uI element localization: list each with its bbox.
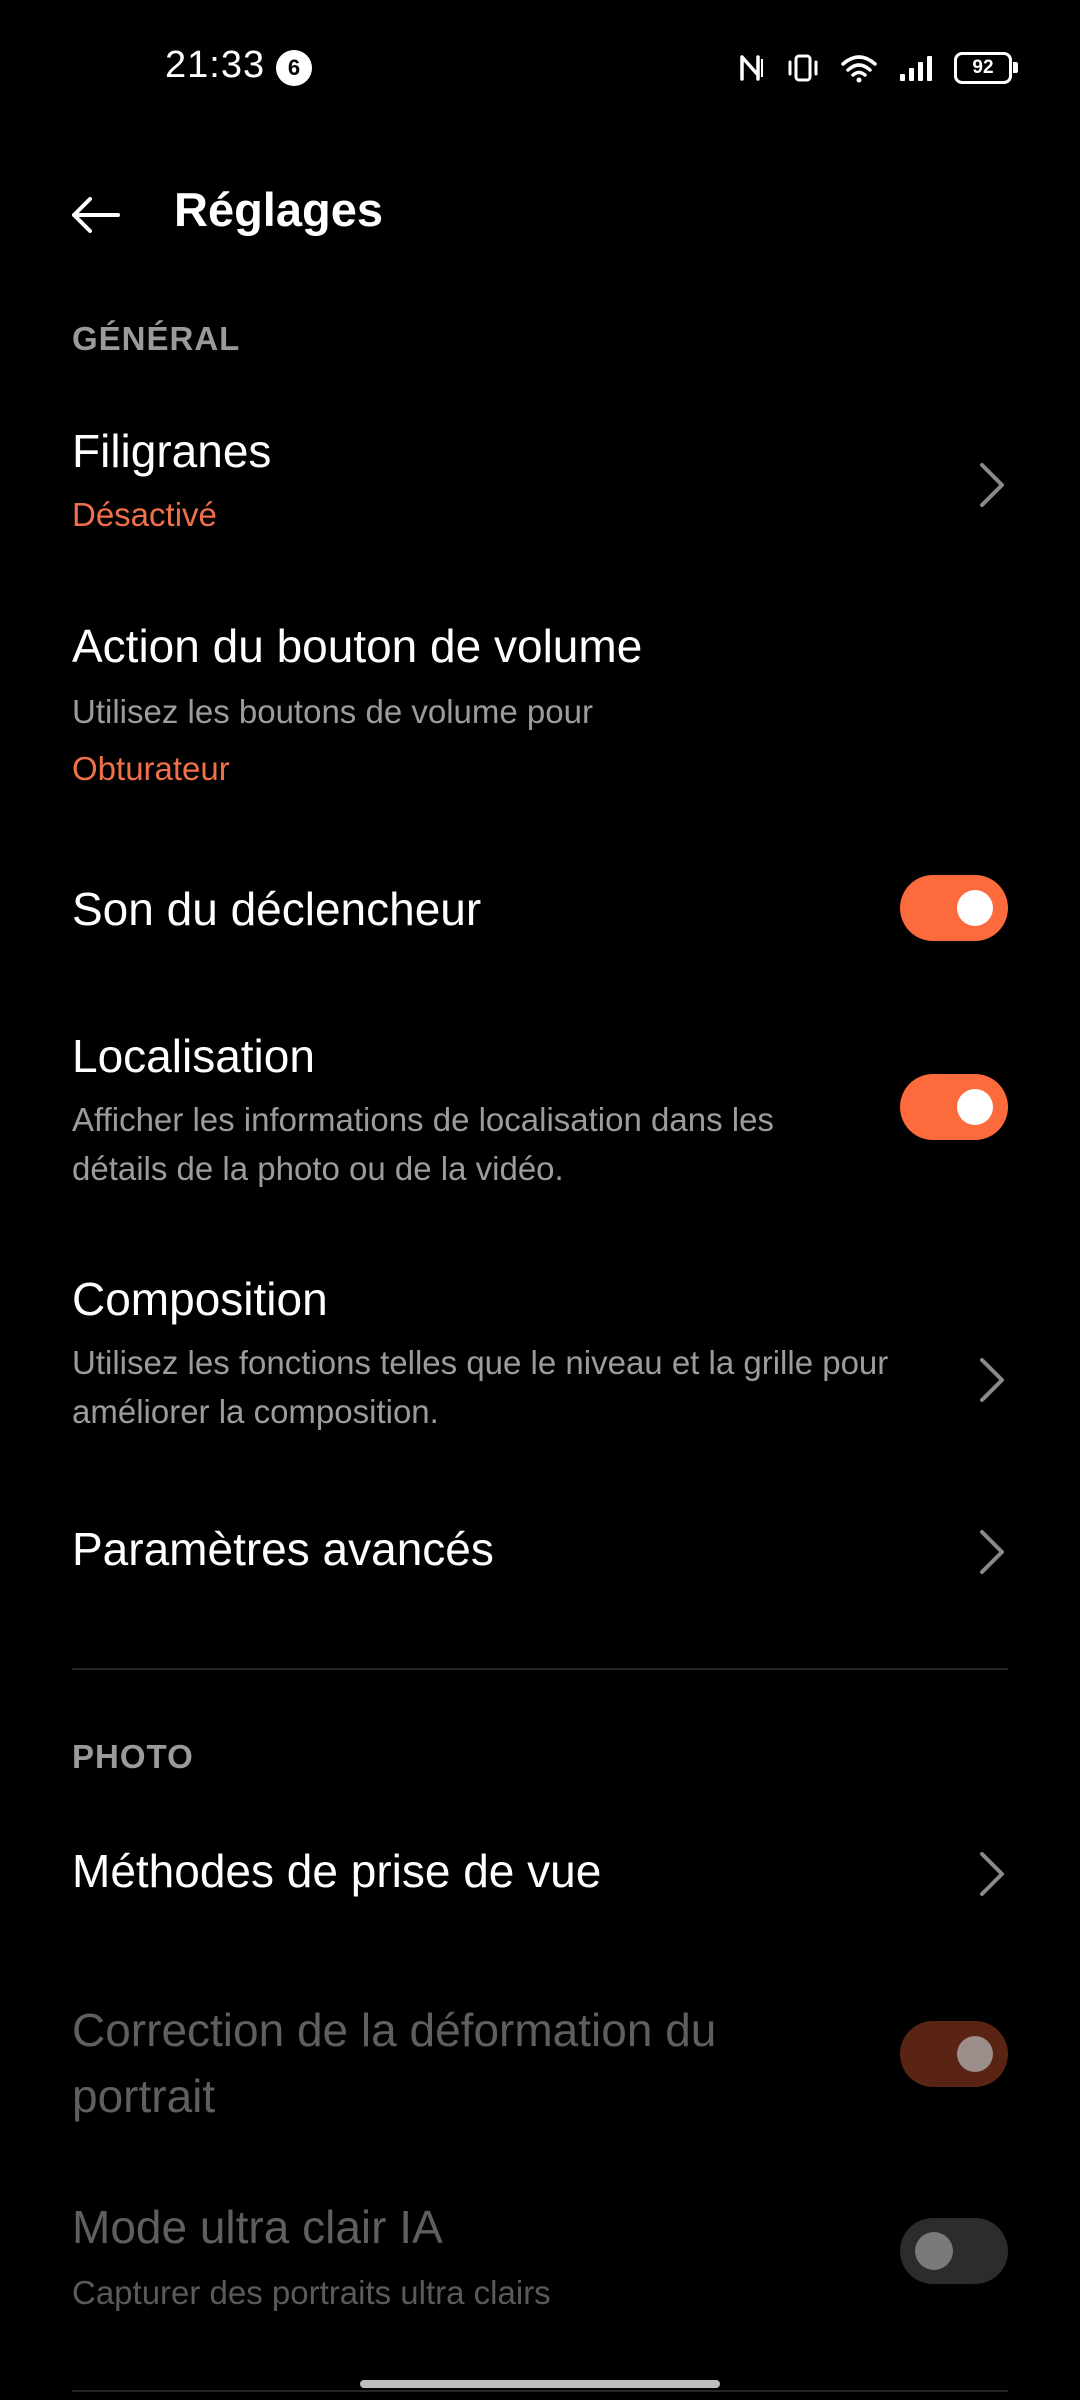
toggle-knob [957, 890, 993, 926]
location-toggle[interactable] [900, 1074, 1008, 1140]
signal-icon [900, 56, 932, 81]
section-divider [72, 1668, 1008, 1670]
arrow-left-icon [72, 197, 120, 233]
portrait-correction-toggle [900, 2021, 1008, 2087]
setting-subtitle: Utilisez les boutons de volume pour [72, 693, 593, 730]
nfc-icon [740, 55, 763, 81]
back-button[interactable] [60, 180, 130, 250]
setting-advanced[interactable]: Paramètres avancés [0, 1500, 1080, 1610]
setting-value: Désactivé [72, 496, 217, 533]
setting-portrait-distortion-correction: Correction de la déformation du portrait [0, 1985, 1080, 2135]
notification-count-badge: 6 [276, 50, 312, 86]
chevron-right-icon [980, 1852, 1004, 1896]
status-icons: 92 [738, 48, 1018, 88]
battery-icon: 92 [954, 52, 1018, 84]
setting-title: Composition [72, 1273, 328, 1325]
chevron-right-icon [980, 1530, 1004, 1574]
setting-subtitle: Utilisez les fonctions telles que le niv… [72, 1344, 889, 1430]
section-divider [72, 2390, 1008, 2392]
setting-watermarks[interactable]: Filigranes Désactivé [0, 410, 1080, 560]
setting-volume-button-action[interactable]: Action du bouton de volume Utilisez les … [0, 605, 1080, 805]
setting-title: Localisation [72, 1030, 315, 1082]
setting-shooting-methods[interactable]: Méthodes de prise de vue [0, 1820, 1080, 1930]
setting-value: Obturateur [72, 750, 230, 787]
chevron-right-icon [980, 463, 1004, 507]
setting-title: Mode ultra clair IA [72, 2201, 443, 2253]
setting-title: Paramètres avancés [72, 1523, 494, 1575]
chevron-right-icon [980, 1358, 1004, 1402]
setting-subtitle: Capturer des portraits ultra clairs [72, 2274, 551, 2311]
setting-title: Correction de la déformation du portrait [72, 2004, 717, 2122]
setting-title: Méthodes de prise de vue [72, 1845, 602, 1897]
setting-title: Action du bouton de volume [72, 620, 643, 672]
setting-ai-ultra-clear: Mode ultra clair IA Capturer des portrai… [0, 2190, 1080, 2340]
toggle-knob [957, 2036, 993, 2072]
vibrate-icon [788, 54, 818, 82]
setting-title: Son du déclencheur [72, 883, 482, 935]
wifi-icon [841, 55, 877, 83]
ai-ultra-clear-toggle [900, 2218, 1008, 2284]
section-header-photo: PHOTO [72, 1738, 194, 1775]
setting-subtitle: Afficher les informations de localisatio… [72, 1101, 774, 1187]
setting-composition[interactable]: Composition Utilisez les fonctions telle… [0, 1258, 1080, 1458]
shutter-sound-toggle[interactable] [900, 875, 1008, 941]
toggle-knob [915, 2232, 953, 2270]
setting-location[interactable]: Localisation Afficher les informations d… [0, 1015, 1080, 1215]
toggle-knob [957, 1089, 993, 1125]
status-time: 21:33 [165, 44, 266, 86]
section-header-general: GÉNÉRAL [72, 320, 241, 357]
home-indicator[interactable] [360, 2380, 720, 2388]
setting-shutter-sound[interactable]: Son du déclencheur [0, 860, 1080, 960]
page-title: Réglages [174, 183, 383, 236]
setting-title: Filigranes [72, 425, 272, 477]
